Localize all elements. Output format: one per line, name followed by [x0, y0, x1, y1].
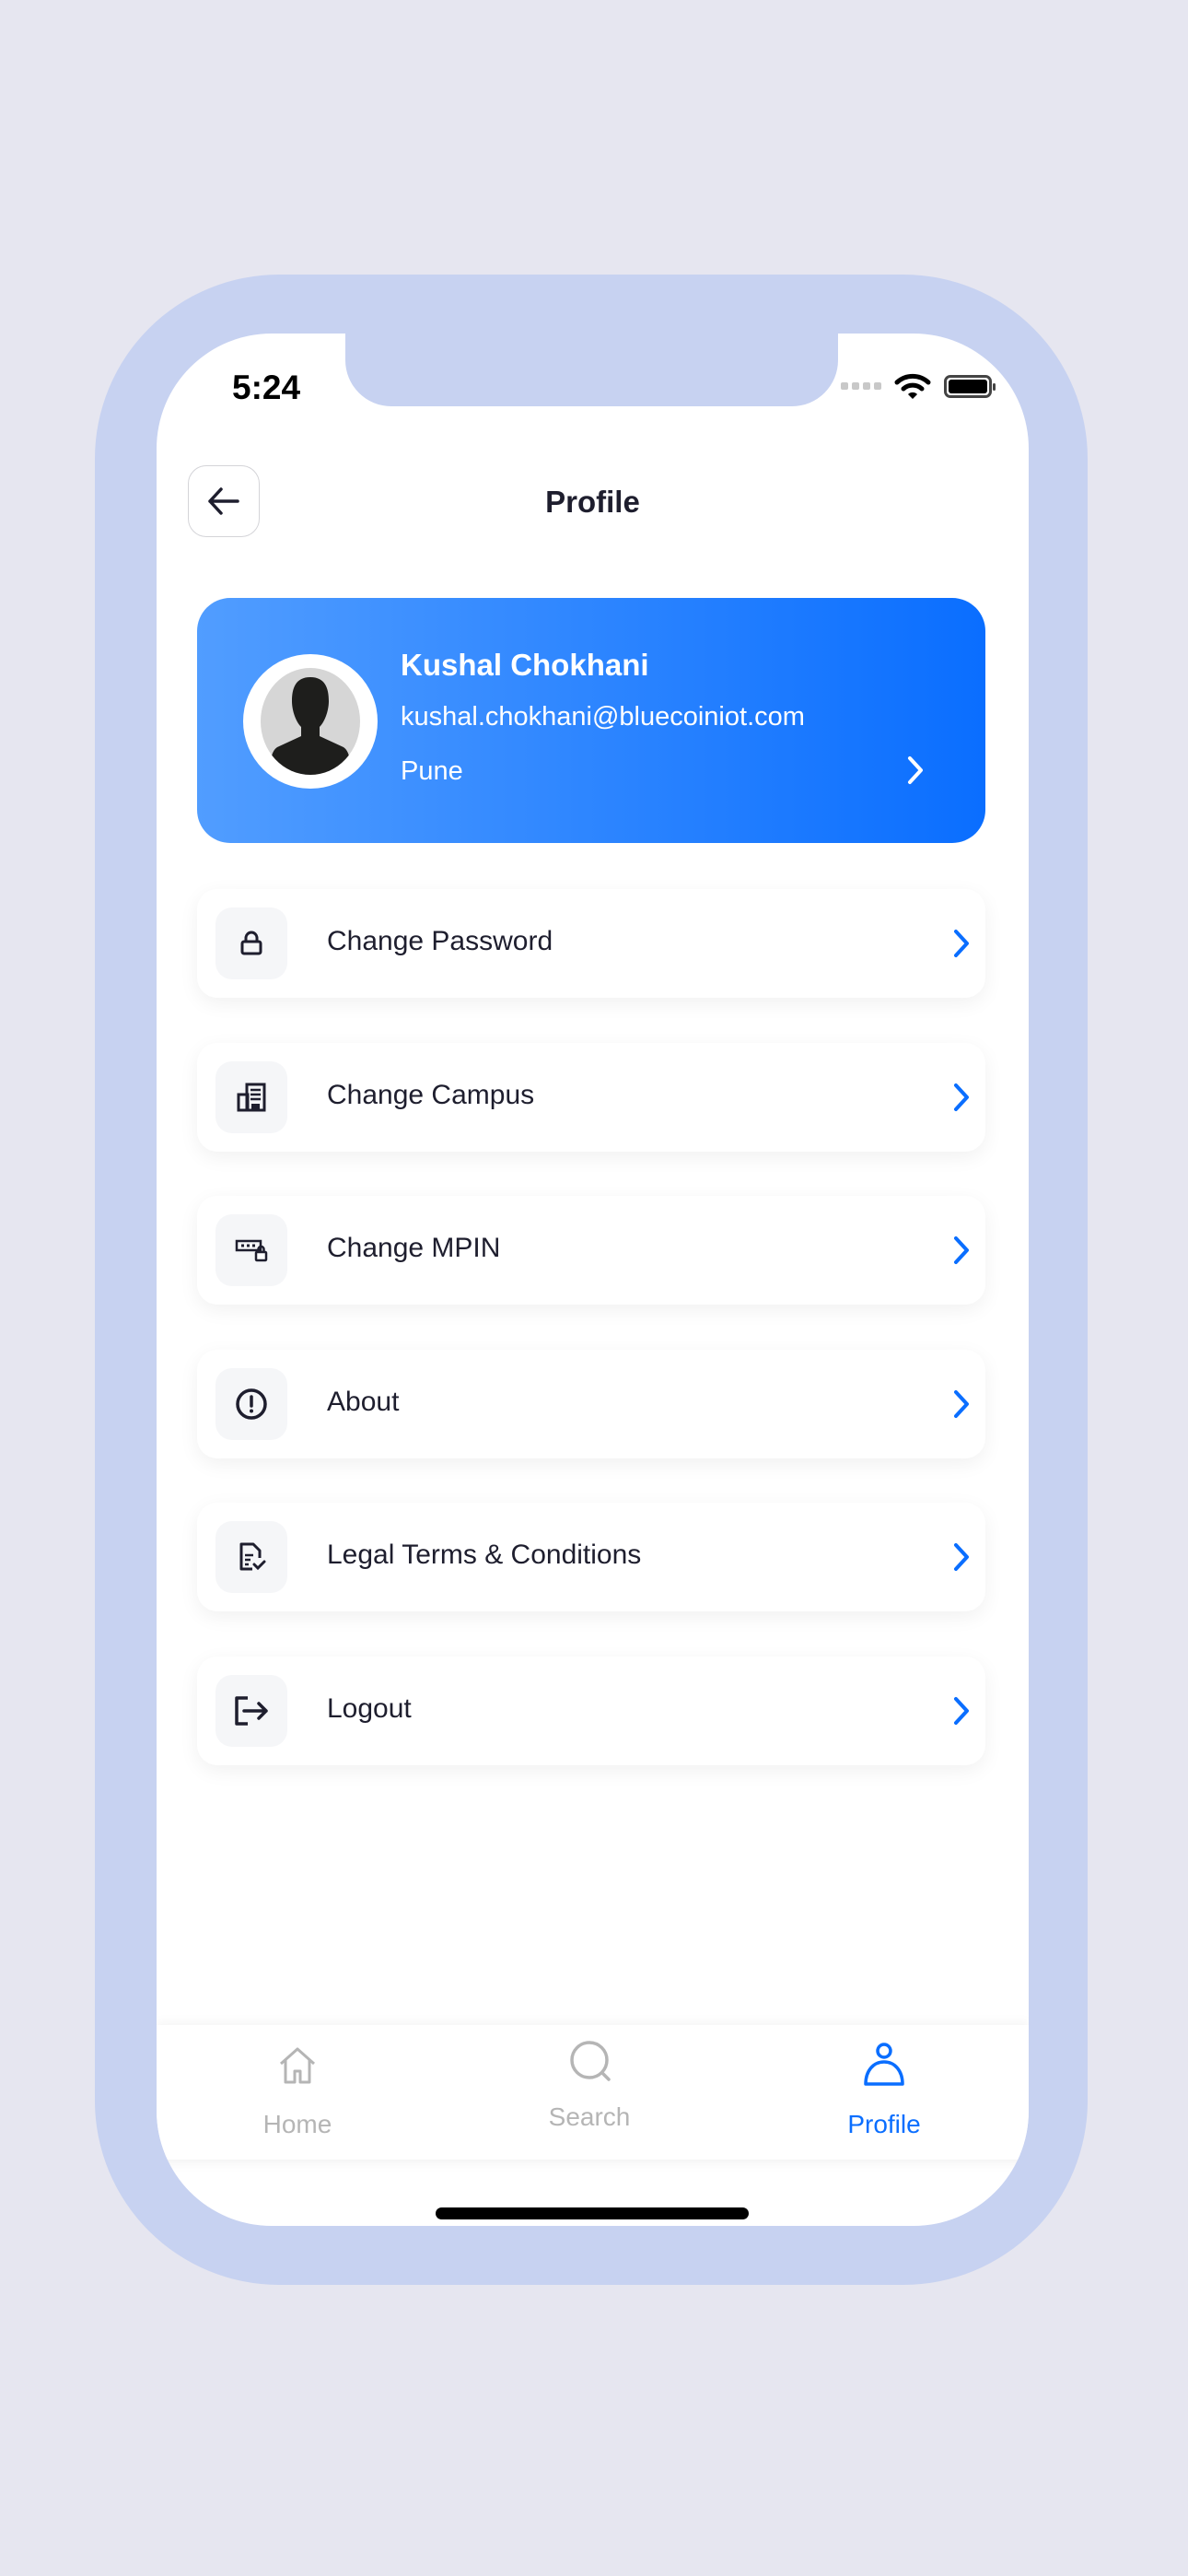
chevron-right-icon [954, 1390, 969, 1418]
status-icons [841, 372, 996, 400]
chevron-right-icon [954, 930, 969, 957]
menu-item-label: Legal Terms & Conditions [327, 1540, 642, 1570]
search-icon [570, 2041, 611, 2081]
nav-item-home[interactable]: Home [205, 2025, 390, 2160]
chevron-right-icon [954, 1543, 969, 1571]
menu-item-label: Change Password [327, 926, 553, 956]
profile-city: Pune [401, 756, 463, 786]
page-title: Profile [545, 485, 640, 519]
chevron-right-icon [954, 1697, 969, 1725]
menu-item-label: About [327, 1387, 400, 1417]
menu-item-change-password[interactable]: Change Password [197, 889, 985, 998]
home-icon [280, 2047, 315, 2084]
logout-icon [235, 1696, 268, 1726]
user-icon [864, 2043, 904, 2086]
building-icon [237, 1083, 266, 1112]
nav-label: Profile [847, 2110, 921, 2138]
chevron-right-icon [954, 1083, 969, 1111]
bottom-nav: Home Search Profile [157, 2025, 1029, 2160]
signal-icon [841, 382, 881, 390]
menu-item-label: Change MPIN [327, 1233, 501, 1263]
menu-item-label: Logout [327, 1693, 412, 1724]
avatar [243, 654, 378, 789]
phone-screen: 5:24 Profile Kushal Chokhani kushal.chok… [157, 334, 1029, 2226]
status-time: 5:24 [232, 369, 301, 406]
menu-item-about[interactable]: About [197, 1350, 985, 1458]
user-silhouette-icon [270, 677, 351, 775]
profile-email: kushal.chokhani@bluecoiniot.com [401, 702, 805, 732]
nav-label: Home [262, 2110, 332, 2138]
profile-name: Kushal Chokhani [401, 648, 649, 682]
pin-lock-icon [235, 1239, 268, 1262]
notch [345, 334, 838, 406]
menu-item-change-campus[interactable]: Change Campus [197, 1043, 985, 1152]
wifi-icon [894, 373, 931, 399]
menu-item-label: Change Campus [327, 1080, 535, 1110]
menu-item-change-mpin[interactable]: Change MPIN [197, 1196, 985, 1305]
profile-card[interactable]: Kushal Chokhani kushal.chokhani@bluecoin… [197, 598, 985, 843]
nav-item-profile[interactable]: Profile [792, 2025, 976, 2160]
nav-label: Search [548, 2102, 631, 2131]
menu-item-logout[interactable]: Logout [197, 1657, 985, 1765]
lock-icon [240, 931, 262, 955]
chevron-right-icon [908, 756, 923, 784]
chevron-right-icon [954, 1236, 969, 1264]
info-circle-icon [236, 1388, 267, 1420]
menu-item-legal-terms[interactable]: Legal Terms & Conditions [197, 1503, 985, 1611]
battery-icon [944, 374, 996, 398]
document-check-icon [239, 1542, 266, 1571]
home-indicator[interactable] [436, 2207, 749, 2219]
nav-item-search[interactable]: Search [497, 2025, 681, 2160]
